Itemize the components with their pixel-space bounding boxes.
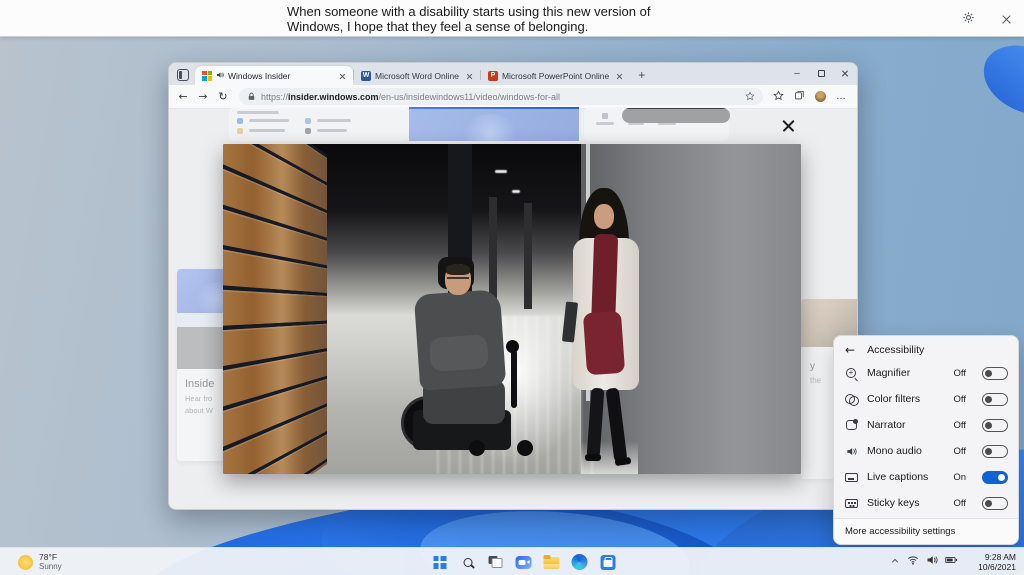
window-minimize-button[interactable]: – xyxy=(785,63,809,83)
weather-condition: Sunny xyxy=(39,562,62,571)
volume-icon[interactable] xyxy=(926,553,938,571)
tab-label: Microsoft Word Online xyxy=(375,70,459,81)
back-arrow-icon[interactable]: ← xyxy=(845,343,855,357)
edge-browser-window: Windows Insider W Microsoft Word Online … xyxy=(168,62,858,510)
vertical-tabs-icon[interactable] xyxy=(177,69,189,81)
task-view-button[interactable] xyxy=(484,550,508,574)
video-player[interactable] xyxy=(223,144,801,474)
file-explorer-button[interactable] xyxy=(540,550,564,574)
more-accessibility-settings-link[interactable]: More accessibility settings xyxy=(834,518,1018,544)
new-tab-button[interactable]: + xyxy=(630,68,653,85)
row-color-filters: Color filters Off xyxy=(834,386,1018,412)
color-filters-icon xyxy=(844,394,859,406)
word-favicon: W xyxy=(361,70,371,81)
edge-button[interactable] xyxy=(568,550,592,574)
forward-button[interactable]: → xyxy=(193,90,213,103)
row-live-captions: Live captions On xyxy=(834,464,1018,490)
live-captions-bar: When someone with a disability starts us… xyxy=(0,0,1024,37)
live-captions-icon xyxy=(844,472,858,482)
system-tray xyxy=(890,550,958,574)
sticky-keys-icon xyxy=(844,498,858,508)
add-favorite-icon[interactable] xyxy=(745,88,755,106)
windows-start-icon xyxy=(433,555,447,569)
accessibility-flyout: ← Accessibility + Magnifier Off Color fi… xyxy=(833,335,1019,545)
store-icon xyxy=(600,554,616,570)
browser-toolbar: ← → ↻ https://insider.windows.com/en-us/… xyxy=(169,85,857,109)
weather-widget[interactable]: 78°F Sunny xyxy=(12,550,68,574)
captions-settings-gear-icon[interactable] xyxy=(962,11,975,29)
browser-menu-icon[interactable]: … xyxy=(836,91,847,102)
chat-icon xyxy=(515,555,532,569)
tray-clock[interactable]: 9:28 AM 10/6/2021 xyxy=(978,552,1016,572)
tab-strip: Windows Insider W Microsoft Word Online … xyxy=(169,63,857,85)
search-button[interactable] xyxy=(456,550,480,574)
mono-audio-icon xyxy=(844,446,858,457)
window-close-button[interactable] xyxy=(833,63,857,83)
captions-close-icon[interactable] xyxy=(1001,13,1012,24)
taskbar: 78°F Sunny 9:28 AM 10/6/2021 xyxy=(0,547,1024,575)
tray-date: 10/6/2021 xyxy=(978,562,1016,572)
tab-powerpoint-online[interactable]: P Microsoft PowerPoint Online xyxy=(481,66,630,85)
task-view-icon xyxy=(488,556,503,568)
narrator-toggle[interactable] xyxy=(982,418,1008,432)
search-icon xyxy=(463,557,473,567)
url-text: https://insider.windows.com/en-us/inside… xyxy=(261,91,560,102)
chat-button[interactable] xyxy=(512,550,536,574)
magnifier-icon: + xyxy=(844,368,858,378)
start-button[interactable] xyxy=(428,550,452,574)
bloom-petal xyxy=(974,35,1024,125)
row-magnifier: + Magnifier Off xyxy=(834,360,1018,386)
back-button[interactable]: ← xyxy=(173,90,193,103)
row-narrator: Narrator Off xyxy=(834,412,1018,438)
collections-icon[interactable] xyxy=(794,88,805,106)
folder-icon xyxy=(543,554,560,569)
battery-icon[interactable] xyxy=(945,553,958,571)
live-captions-toggle[interactable] xyxy=(982,470,1008,484)
tab-close-icon[interactable] xyxy=(616,72,623,79)
tab-audio-icon[interactable] xyxy=(216,71,224,81)
tab-label: Windows Insider xyxy=(228,70,291,81)
window-maximize-button[interactable] xyxy=(809,63,833,83)
accessibility-title: Accessibility xyxy=(867,344,925,356)
refresh-button[interactable]: ↻ xyxy=(213,90,233,103)
video-modal-close-icon[interactable] xyxy=(781,117,796,132)
mono-audio-toggle[interactable] xyxy=(982,444,1008,458)
powerpoint-favicon: P xyxy=(487,70,498,81)
edge-icon xyxy=(571,554,588,570)
tab-windows-insider[interactable]: Windows Insider xyxy=(195,66,353,85)
lock-icon xyxy=(247,88,256,106)
address-bar[interactable]: https://insider.windows.com/en-us/inside… xyxy=(239,88,763,105)
windows-insider-favicon xyxy=(202,70,212,81)
weather-temp: 78°F xyxy=(39,552,58,562)
sun-icon xyxy=(18,554,33,570)
live-captions-text: When someone with a disability starts us… xyxy=(287,4,651,34)
narrator-icon xyxy=(844,419,858,430)
row-mono-audio: Mono audio Off xyxy=(834,438,1018,464)
sticky-keys-toggle[interactable] xyxy=(982,496,1008,510)
store-button[interactable] xyxy=(596,550,620,574)
magnifier-toggle[interactable] xyxy=(982,366,1008,380)
browser-content: Inside Hear fro about W y the xyxy=(169,107,857,509)
taskbar-center-icons xyxy=(428,550,620,574)
tab-label: Microsoft PowerPoint Online xyxy=(501,70,610,81)
tray-time: 9:28 AM xyxy=(984,552,1016,562)
tab-close-icon[interactable] xyxy=(339,72,346,79)
wood-slat-wall xyxy=(223,144,327,474)
profile-avatar[interactable] xyxy=(815,91,826,102)
favorites-icon[interactable] xyxy=(773,88,784,106)
tab-close-icon[interactable] xyxy=(466,72,473,79)
color-filters-toggle[interactable] xyxy=(982,392,1008,406)
tab-word-online[interactable]: W Microsoft Word Online xyxy=(354,66,480,85)
row-sticky-keys: Sticky keys Off xyxy=(834,490,1018,516)
tray-chevron-icon[interactable] xyxy=(890,553,900,571)
wifi-icon[interactable] xyxy=(907,553,919,571)
